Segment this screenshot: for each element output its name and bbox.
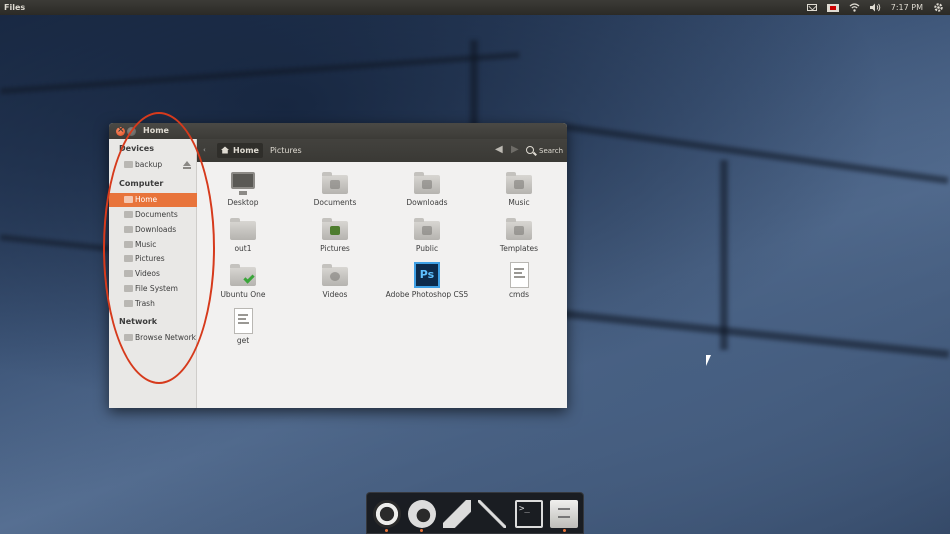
keyboard-flag-icon[interactable]	[826, 3, 839, 12]
file-item-cmds[interactable]: cmds	[473, 262, 565, 299]
file-name: get	[236, 336, 250, 345]
running-indicator	[420, 529, 423, 532]
annotation-ellipse	[103, 112, 215, 384]
home-icon	[221, 146, 229, 154]
path-left-arrow-icon[interactable]: ‹	[203, 146, 206, 154]
folder-ubuntu-one-icon	[230, 264, 256, 286]
terminal-icon[interactable]: >_	[515, 500, 543, 528]
mouse-cursor-icon	[706, 355, 716, 366]
search-button[interactable]: Search	[539, 147, 563, 155]
gimp-icon[interactable]	[443, 500, 471, 528]
wallpaper-crack	[720, 160, 728, 350]
app-title: Files	[4, 3, 26, 12]
wallpaper-crack	[0, 234, 111, 252]
forward-arrow-icon[interactable]: ▶	[511, 144, 519, 155]
folder-documents-icon	[322, 172, 348, 194]
file-view: Desktop Documents Downloads Music out1 P…	[197, 162, 567, 408]
clock[interactable]: 7:17 PM	[891, 3, 923, 12]
wallpaper-crack	[560, 309, 950, 359]
breadcrumb-home[interactable]: Home	[217, 143, 263, 158]
files-icon[interactable]	[550, 500, 578, 528]
text-file-icon	[510, 262, 529, 288]
running-indicator	[563, 529, 566, 532]
folder-pictures-icon	[322, 218, 348, 240]
file-name: Downloads	[406, 198, 448, 207]
file-item-photoshop[interactable]: Ps Adobe Photoshop CS5	[381, 262, 473, 299]
file-name: Adobe Photoshop CS5	[385, 290, 469, 299]
volume-icon[interactable]	[869, 3, 881, 12]
file-name: Pictures	[320, 244, 350, 253]
file-item-videos[interactable]: Videos	[289, 264, 381, 299]
file-name: Templates	[499, 244, 539, 253]
file-item-public[interactable]: Public	[381, 218, 473, 253]
file-name: cmds	[508, 290, 530, 299]
folder-icon	[230, 218, 256, 240]
toolbar: ‹ Home Pictures ◀ ▶ Search	[197, 139, 567, 162]
breadcrumb-home-label: Home	[233, 146, 259, 155]
folder-music-icon	[506, 172, 532, 194]
close-button[interactable]	[116, 125, 125, 136]
firefox-icon[interactable]	[408, 500, 436, 528]
file-name: Music	[508, 198, 530, 207]
file-item-documents[interactable]: Documents	[289, 172, 381, 207]
file-item-music[interactable]: Music	[473, 172, 565, 207]
top-panel: Files 7:17 PM	[0, 0, 950, 15]
breadcrumb-pictures[interactable]: Pictures	[270, 146, 302, 155]
folder-videos-icon	[322, 264, 348, 286]
back-arrow-icon[interactable]: ◀	[495, 144, 503, 155]
file-item-downloads[interactable]: Downloads	[381, 172, 473, 207]
inkscape-icon[interactable]	[478, 500, 506, 528]
launcher-dock: >_	[366, 492, 584, 534]
wallpaper-crack	[0, 51, 520, 95]
folder-public-icon	[414, 218, 440, 240]
file-name: Videos	[322, 290, 348, 299]
search-icon[interactable]	[526, 146, 534, 154]
indicator-area: 7:17 PM	[806, 0, 944, 15]
ubuntu-icon[interactable]	[373, 500, 401, 528]
wifi-icon[interactable]	[849, 3, 860, 12]
file-name: Documents	[313, 198, 357, 207]
folder-templates-icon	[506, 218, 532, 240]
text-file-icon	[234, 308, 253, 334]
file-name: Public	[415, 244, 439, 253]
file-item-templates[interactable]: Templates	[473, 218, 565, 253]
folder-downloads-icon	[414, 172, 440, 194]
photoshop-icon: Ps	[414, 262, 440, 288]
running-indicator	[385, 529, 388, 532]
file-item-get[interactable]: get	[197, 308, 289, 345]
file-item-pictures[interactable]: Pictures	[289, 218, 381, 253]
gear-icon[interactable]	[933, 3, 944, 12]
wallpaper-crack	[561, 122, 949, 185]
mail-icon[interactable]	[806, 4, 817, 11]
desktop-icon	[231, 172, 255, 195]
